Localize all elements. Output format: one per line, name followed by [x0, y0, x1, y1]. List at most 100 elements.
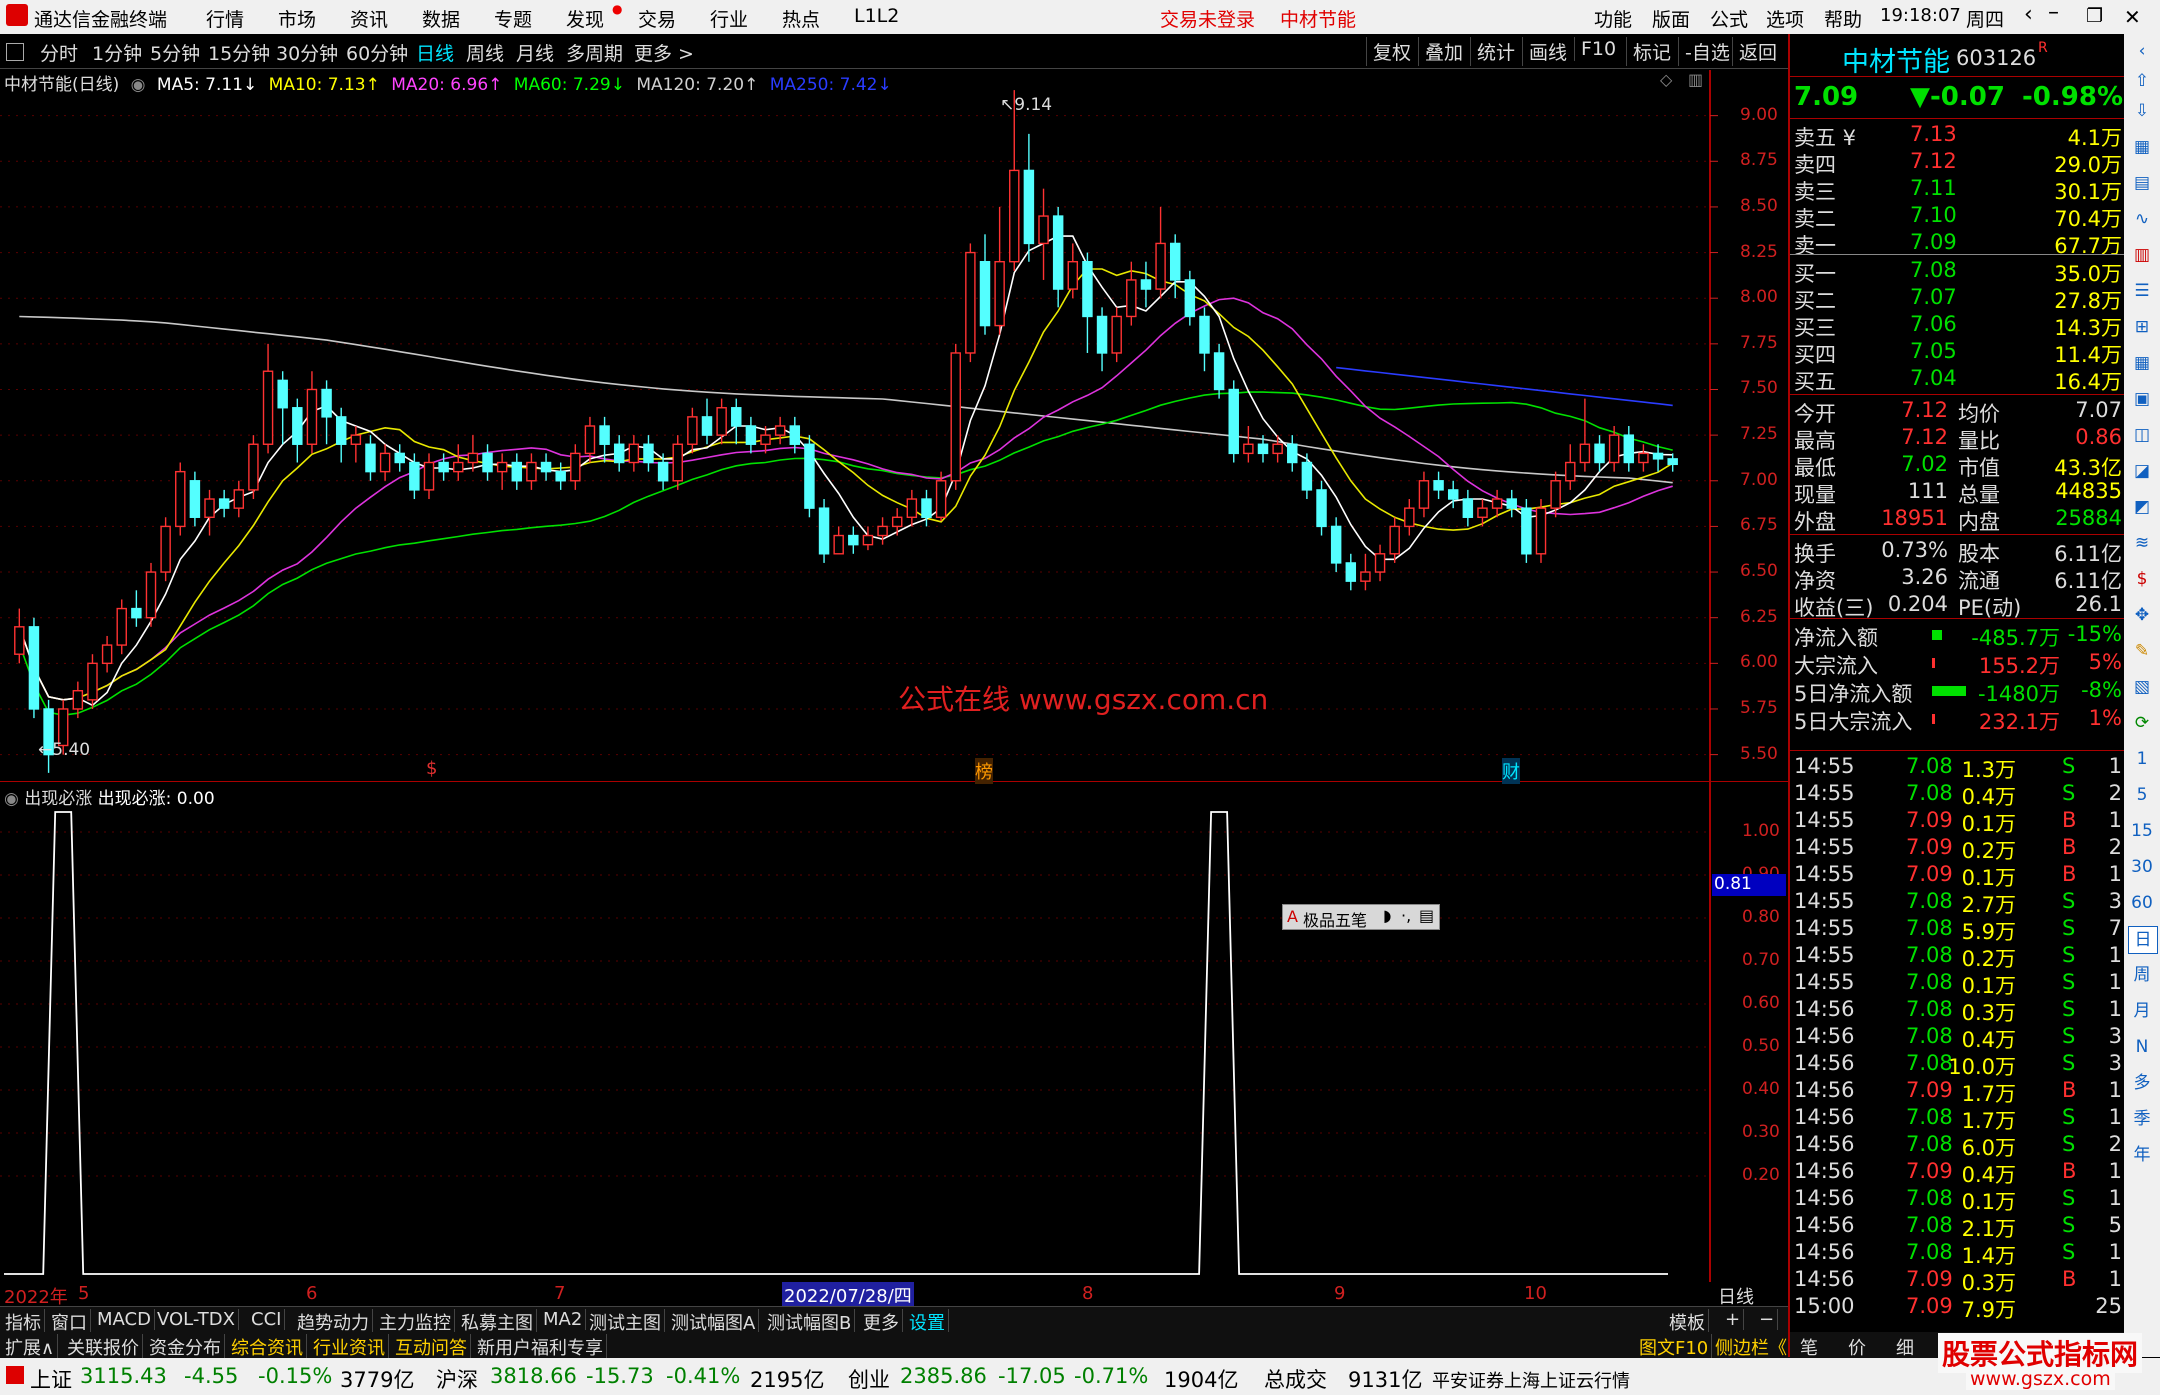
candle-body[interactable]: [409, 461, 420, 491]
strip-period-multi[interactable]: 多: [2128, 1070, 2156, 1096]
candle-body[interactable]: [584, 425, 596, 455]
grid-icon[interactable]: ▦: [2128, 350, 2156, 376]
menu-shuju[interactable]: 数据: [422, 5, 460, 32]
indicator-tab[interactable]: CCI: [248, 1309, 286, 1330]
indicator-tab[interactable]: VOL-TDX: [154, 1309, 239, 1330]
candle-body[interactable]: [1594, 443, 1605, 464]
strip-period-n[interactable]: N: [2128, 1034, 2156, 1060]
candle-body[interactable]: [262, 370, 274, 445]
menu-gongshi[interactable]: 公式: [1710, 5, 1748, 32]
idx-hs-name[interactable]: 沪深: [436, 1364, 478, 1394]
candle-body[interactable]: [716, 407, 727, 436]
period-60min[interactable]: 60分钟: [346, 39, 408, 66]
menu-xuanxiang[interactable]: 选项: [1766, 5, 1804, 32]
money-icon[interactable]: $: [2128, 566, 2156, 592]
candle-body[interactable]: [672, 443, 683, 482]
candle-body[interactable]: [994, 260, 1005, 327]
candle-body[interactable]: [804, 443, 815, 509]
candle-body[interactable]: [1316, 489, 1327, 528]
candle-body[interactable]: [1038, 215, 1049, 245]
tabs2-right-btn[interactable]: 侧边栏《: [1712, 1334, 1791, 1360]
btn-fuquan[interactable]: 复权: [1366, 37, 1417, 66]
report-icon[interactable]: ▣: [2128, 386, 2156, 412]
candle-body[interactable]: [921, 498, 932, 518]
candle-body[interactable]: [1652, 452, 1664, 460]
fifteen-min-icon[interactable]: 15: [2128, 818, 2156, 844]
candle-body[interactable]: [818, 507, 830, 555]
candle-body[interactable]: [657, 461, 669, 482]
candle-body[interactable]: [599, 425, 610, 445]
refresh-icon[interactable]: ⟳: [2128, 710, 2156, 736]
tab-xi[interactable]: 细: [1896, 1334, 1914, 1360]
candle-body[interactable]: [613, 443, 625, 464]
candle-body[interactable]: [365, 443, 376, 473]
candle-body[interactable]: [189, 480, 201, 518]
candle-body[interactable]: [1169, 242, 1181, 281]
candle-body[interactable]: [1389, 525, 1400, 555]
candle-body[interactable]: [1330, 525, 1342, 564]
period-monthly[interactable]: 月线: [516, 39, 554, 66]
candle-body[interactable]: [467, 452, 479, 464]
broker-name[interactable]: 平安证券上海上证云行情: [1432, 1367, 1630, 1393]
candle-body[interactable]: [555, 470, 566, 482]
period-5min[interactable]: 5分钟: [150, 39, 200, 66]
candle-body[interactable]: [1404, 507, 1415, 528]
tab-jia[interactable]: 价: [1848, 1334, 1866, 1360]
candle-body[interactable]: [131, 607, 142, 619]
window-toggle-icon[interactable]: [6, 43, 24, 61]
idx-cy-name[interactable]: 创业: [848, 1364, 890, 1394]
candle-body[interactable]: [1199, 315, 1210, 354]
menu-gongneng[interactable]: 功能: [1594, 5, 1632, 32]
candle-body[interactable]: [218, 498, 230, 509]
candle-body[interactable]: [687, 416, 698, 445]
candle-body[interactable]: [204, 498, 215, 518]
indicator-chart[interactable]: [0, 782, 1788, 1282]
candle-body[interactable]: [233, 489, 245, 509]
strip-period-month[interactable]: 月: [2128, 998, 2156, 1024]
candle-body[interactable]: [1667, 458, 1678, 466]
candle-body[interactable]: [906, 498, 918, 518]
candle-body[interactable]: [1067, 260, 1079, 290]
trade-status[interactable]: 交易未登录: [1160, 5, 1255, 32]
period-15min[interactable]: 15分钟: [208, 39, 270, 66]
period-weekly[interactable]: 周线: [466, 39, 504, 66]
minimize-icon[interactable]: –: [2048, 0, 2059, 25]
back-arrow-icon[interactable]: ‹: [2024, 2, 2033, 27]
candle-body[interactable]: [277, 379, 288, 409]
table-icon[interactable]: ▤: [2128, 170, 2156, 196]
collapse-left-icon[interactable]: ‹: [2128, 38, 2156, 64]
candle-body[interactable]: [423, 461, 435, 491]
arrow-down-icon[interactable]: ⇩: [2128, 98, 2156, 124]
thirty-min-icon[interactable]: 30: [2128, 854, 2156, 880]
info-tab[interactable]: 扩展∧: [2, 1334, 59, 1360]
candle-body[interactable]: [1126, 279, 1137, 318]
candle-body[interactable]: [1638, 452, 1649, 464]
btn-tongji[interactable]: 统计: [1470, 37, 1521, 66]
five-min-icon[interactable]: 5: [2128, 782, 2156, 808]
candle-body[interactable]: [1491, 498, 1503, 509]
idx-sh-name[interactable]: 上证: [30, 1364, 72, 1394]
candle-body[interactable]: [14, 626, 25, 655]
candle-body[interactable]: [628, 443, 640, 464]
candle-body[interactable]: [306, 388, 318, 445]
candle-body[interactable]: [1623, 434, 1635, 464]
candle-body[interactable]: [28, 626, 40, 710]
candle-body[interactable]: [1535, 507, 1547, 555]
candle-body[interactable]: [453, 461, 464, 473]
btn-diejia[interactable]: 叠加: [1418, 37, 1469, 66]
candle-body[interactable]: [891, 516, 903, 528]
period-30min[interactable]: 30分钟: [276, 39, 338, 66]
arrow-up-icon[interactable]: ⇧: [2128, 68, 2156, 94]
candle-body[interactable]: [1433, 480, 1444, 491]
menu-faxian[interactable]: 发现: [566, 5, 604, 32]
candle-body[interactable]: [1301, 461, 1313, 491]
candle-body[interactable]: [1023, 169, 1035, 245]
candle-body[interactable]: [335, 416, 347, 445]
menu-l1l2[interactable]: L1L2: [854, 5, 899, 27]
move-icon[interactable]: ✥: [2128, 602, 2156, 628]
tabs1-right-btn[interactable]: +: [1722, 1309, 1745, 1330]
line-chart-icon[interactable]: ∿: [2128, 206, 2156, 232]
candle-body[interactable]: [935, 480, 947, 518]
menu-jiaoyi[interactable]: 交易: [638, 5, 676, 32]
ime-toolbar[interactable]: A 极品五笔 ◗ ·, ▤: [1282, 904, 1440, 930]
